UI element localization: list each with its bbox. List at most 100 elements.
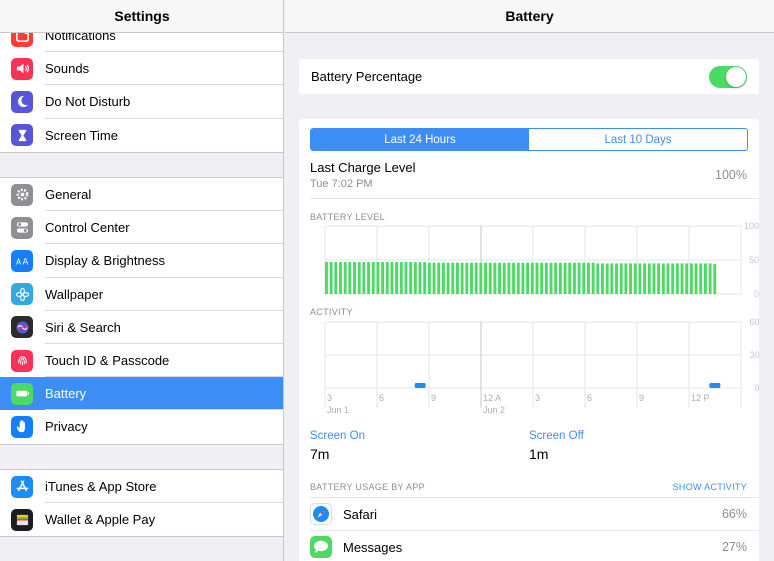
y-tick-label: 0m: [754, 383, 759, 393]
battery-level-bar: [460, 262, 464, 294]
sidebar-item-itunes-app-store[interactable]: iTunes & App Store: [0, 470, 283, 504]
sidebar-item-label: iTunes & App Store: [45, 479, 157, 495]
sidebar-item-privacy[interactable]: Privacy: [0, 410, 283, 443]
battery-level-bar: [446, 262, 450, 294]
app-store-icon: [11, 475, 33, 498]
wallet-icon: [11, 508, 33, 531]
battery-level-bar: [615, 263, 618, 294]
y-tick-label: 50%: [749, 255, 759, 265]
sidebar-item-label: Privacy: [45, 419, 88, 435]
battery-level-bar: [596, 263, 600, 294]
sidebar-item-label: Control Center: [45, 220, 130, 236]
sidebar-item-control-center[interactable]: Control Center: [0, 211, 283, 245]
sidebar-item-label: Wallet & Apple Pay: [45, 512, 156, 528]
screen-on-value: 7m: [310, 446, 330, 462]
battery-level-bar: [572, 262, 576, 294]
battery-level-bar: [610, 263, 614, 294]
battery-level-bar: [348, 262, 352, 294]
segment-last-24-hours[interactable]: Last 24 Hours: [311, 129, 529, 150]
battery-level-bar: [540, 262, 544, 294]
x-tick-label: 12 A: [483, 393, 501, 403]
sidebar-item-label: Sounds: [45, 61, 90, 77]
siri-icon: [11, 316, 33, 339]
sidebar-item-label: Touch ID & Passcode: [45, 353, 170, 369]
settings-group-2: General Control Center A A Display & Brightn…: [0, 177, 283, 445]
battery-level-bar: [353, 262, 356, 294]
battery-percentage-toggle[interactable]: [709, 65, 747, 88]
battery-level-bar: [432, 262, 436, 294]
battery-level-bar: [563, 262, 567, 294]
battery-level-bar: [605, 263, 609, 294]
app-usage-row[interactable]: Messages 27%: [310, 530, 759, 561]
battery-level-bar: [362, 262, 366, 294]
screen-off-label: Screen Off: [529, 430, 584, 442]
battery-level-bar: [395, 262, 399, 294]
battery-level-bar: [413, 262, 417, 294]
hourglass-icon: [11, 124, 33, 147]
battery-level-bar: [694, 263, 698, 294]
sidebar-item-wallpaper[interactable]: Wallpaper: [0, 278, 283, 311]
battery-level-bar: [521, 262, 525, 294]
segment-last-10-days[interactable]: Last 10 Days: [529, 129, 747, 150]
battery-level-bar: [357, 262, 361, 294]
battery-level-bar: [376, 262, 380, 294]
sidebar-item-general[interactable]: General: [0, 178, 283, 212]
sidebar-item-do-not-disturb[interactable]: Do Not Disturb: [0, 85, 283, 119]
svg-text:A: A: [22, 257, 28, 267]
battery-level-bar: [456, 262, 459, 294]
screen-on-label: Screen On: [310, 430, 365, 442]
sidebar-item-screen-time[interactable]: Screen Time: [0, 119, 283, 152]
last-charge-label: Last Charge Level: [310, 160, 416, 175]
battery-level-bar: [554, 262, 558, 294]
sidebar-item-label: Wallpaper: [45, 286, 104, 302]
x-tick-label: 9: [639, 393, 644, 403]
battery-level-bar: [619, 263, 623, 294]
sidebar-item-siri-search[interactable]: Siri & Search: [0, 311, 283, 345]
x-tick-label: 6: [379, 393, 384, 403]
battery-level-bar: [484, 262, 487, 294]
app-name: Safari: [343, 506, 377, 522]
battery-level-bar: [699, 263, 703, 294]
sidebar-item-label: Battery: [45, 386, 87, 402]
battery-level-bar: [671, 263, 675, 294]
main-header: Battery: [285, 0, 774, 33]
sidebar: Settings Notifications Sounds Do Not Distu…: [0, 0, 284, 561]
battery-level-bar: [367, 262, 371, 294]
safari-icon: [310, 503, 332, 525]
battery-level-bar: [685, 263, 689, 294]
battery-level-bar: [661, 263, 665, 294]
battery-level-bar: [708, 263, 712, 294]
sidebar-item-wallet-apple-pay[interactable]: Wallet & Apple Pay: [0, 503, 283, 536]
show-activity-button[interactable]: SHOW ACTIVITY: [673, 482, 747, 492]
screen-off-value: 1m: [529, 446, 549, 462]
sidebar-item-battery[interactable]: Battery: [0, 377, 283, 411]
toggle-knob: [726, 66, 746, 87]
battery-level-bar: [390, 262, 394, 294]
battery-level-bar: [371, 262, 375, 294]
time-range-segmented-control: Last 24 Hours Last 10 Days: [310, 128, 748, 151]
battery-level-bar: [470, 262, 473, 294]
sidebar-item-sounds[interactable]: Sounds: [0, 52, 283, 86]
battery-charts: 100% 50% 0% 60m 30m 0m 3 6 9 12 A 3 6 9 12 P Jun 1 Jun …: [324, 221, 759, 415]
battery-level-bar: [423, 262, 427, 294]
sidebar-item-touch-id-passcode[interactable]: Touch ID & Passcode: [0, 344, 283, 378]
settings-group-1: Notifications Sounds Do Not Disturb Screen …: [0, 18, 283, 153]
speaker-icon: [11, 57, 33, 80]
svg-text:A: A: [15, 258, 21, 267]
sidebar-item-display-brightness[interactable]: A A Display & Brightness: [0, 244, 283, 278]
battery-level-bar: [577, 262, 581, 294]
battery-level-bar: [409, 262, 413, 294]
battery-percentage-row: Battery Percentage: [299, 59, 759, 94]
date-label: Jun 2: [483, 405, 505, 415]
battery-level-bar: [624, 263, 628, 294]
battery-level-bar: [427, 262, 431, 294]
battery-level-bar: [329, 262, 333, 294]
app-usage-row[interactable]: Safari 66%: [310, 497, 759, 530]
usage-by-app-header: BATTERY USAGE BY APP: [310, 482, 425, 492]
y-tick-label: 60m: [749, 317, 759, 327]
battery-level-bar: [479, 262, 483, 294]
battery-level-bar: [558, 262, 562, 294]
y-tick-label: 30m: [749, 350, 759, 360]
battery-pane: Battery Battery Percentage Last 24 Hours…: [285, 0, 774, 561]
battery-level-bar: [638, 263, 642, 294]
